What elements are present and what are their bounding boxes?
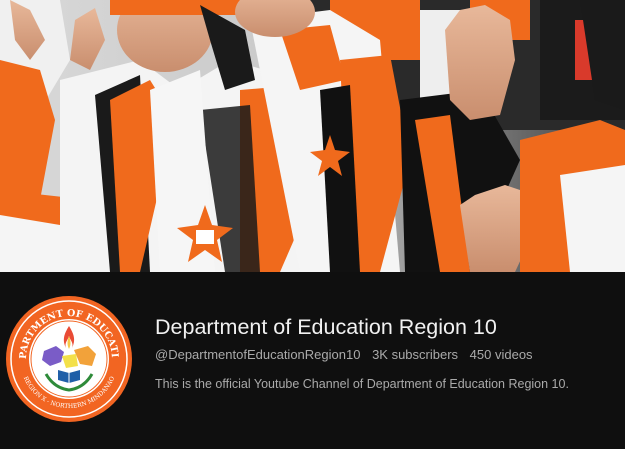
channel-banner	[0, 0, 625, 272]
channel-description[interactable]: This is the official Youtube Channel of …	[155, 376, 625, 392]
subscriber-count: 3K subscribers	[372, 347, 459, 362]
meta-separator	[364, 347, 368, 362]
video-count: 450 videos	[469, 347, 533, 362]
channel-meta: @DepartmentofEducationRegion10 3K subscr…	[155, 347, 625, 363]
channel-info: Department of Education Region 10 @Depar…	[155, 314, 625, 392]
channel-avatar[interactable]: DEPARTMENT OF EDUCATION REGION X - NORTH…	[6, 296, 132, 422]
channel-header: DEPARTMENT OF EDUCATION REGION X - NORTH…	[0, 272, 625, 449]
channel-page: DEPARTMENT OF EDUCATION REGION X - NORTH…	[0, 0, 625, 449]
channel-handle[interactable]: @DepartmentofEducationRegion10	[155, 347, 360, 362]
channel-name: Department of Education Region 10	[155, 315, 497, 339]
meta-separator	[462, 347, 466, 362]
